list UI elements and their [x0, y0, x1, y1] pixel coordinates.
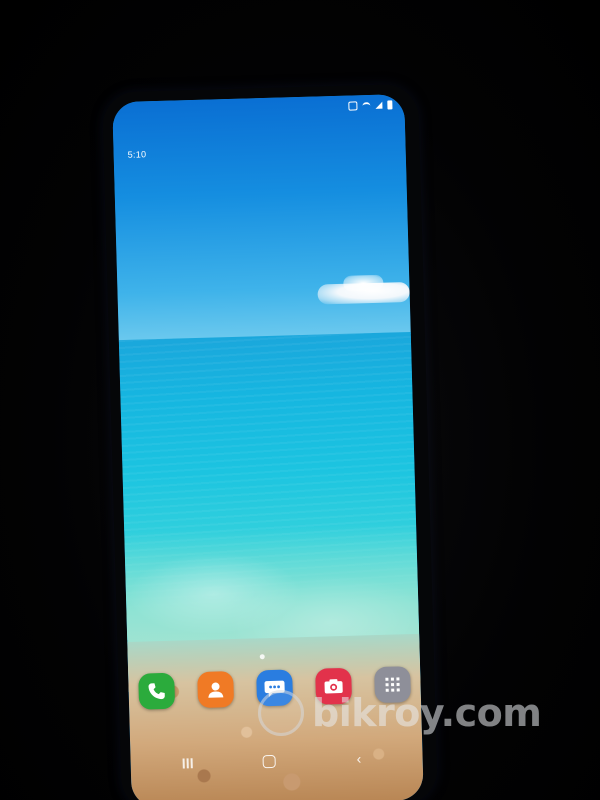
wifi-icon [362, 101, 371, 110]
status-icons [348, 100, 393, 111]
contacts-icon [208, 682, 224, 698]
contacts-app-button[interactable] [197, 671, 235, 709]
battery-icon [387, 100, 393, 110]
signal-icon [375, 101, 383, 109]
watermark-text: bikroy.com [312, 691, 542, 735]
mute-icon [348, 101, 358, 111]
cloud [343, 274, 384, 292]
phone-icon [148, 683, 165, 700]
phone-app-button[interactable] [138, 672, 176, 710]
watermark: bikroy.com [258, 690, 542, 736]
status-time: 5:10 [127, 149, 147, 160]
recent-apps-icon[interactable] [182, 758, 193, 769]
watermark-logo-icon [258, 690, 304, 736]
back-icon[interactable]: ‹ [356, 751, 361, 767]
photo-background: 5:10 ‹ bikroy.com [0, 0, 600, 800]
status-bar[interactable]: 5:10 [112, 94, 406, 162]
home-icon[interactable] [262, 754, 276, 769]
page-indicator-dot[interactable] [259, 654, 265, 660]
